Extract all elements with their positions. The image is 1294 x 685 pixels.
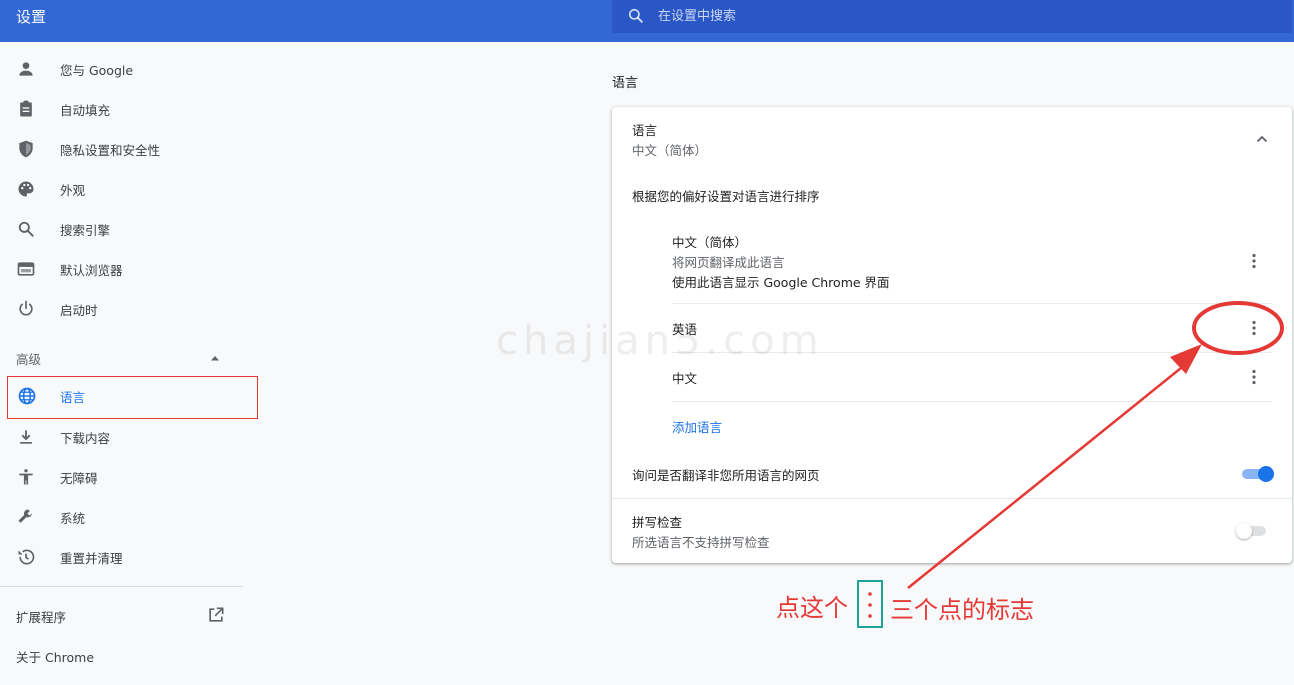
- more-vert-icon[interactable]: [1244, 251, 1264, 271]
- sidebar-item-label: 自动填充: [60, 103, 111, 118]
- languages-card-title: 语言: [632, 123, 658, 138]
- search-icon: [628, 8, 643, 23]
- palette-icon: [18, 181, 34, 197]
- sidebar-item-about-chrome[interactable]: 关于 Chrome: [16, 647, 94, 666]
- accessibility-icon: [19, 469, 33, 485]
- app-header: 设置: [0, 0, 1294, 42]
- open-in-new-icon[interactable]: [206, 605, 226, 625]
- annotation-box: [857, 580, 883, 628]
- toggle-knob: [1258, 466, 1274, 482]
- sidebar-item-label: 启动时: [60, 303, 98, 318]
- spellcheck-subtitle: 所选语言不支持拼写检查: [632, 535, 770, 550]
- chevron-up-icon[interactable]: [1254, 131, 1270, 147]
- language-divider: [672, 303, 1272, 304]
- sidebar-item-label: 无障碍: [60, 471, 98, 486]
- sidebar-item-appearance[interactable]: 外观: [0, 169, 258, 209]
- sidebar-item-accessibility[interactable]: 无障碍: [0, 457, 258, 497]
- more-vert-icon[interactable]: [1244, 318, 1264, 338]
- sidebar-item-label: 您与 Google: [60, 63, 134, 78]
- triangle-up-icon[interactable]: [208, 351, 222, 365]
- current-language: 中文（简体）: [632, 143, 708, 158]
- language-ui-note: 使用此语言显示 Google Chrome 界面: [672, 275, 890, 290]
- power-icon: [19, 300, 33, 316]
- add-language-link[interactable]: 添加语言: [672, 417, 722, 436]
- sidebar-item-label: 默认浏览器: [60, 263, 123, 278]
- sidebar-item-label: 搜索引擎: [60, 223, 111, 238]
- sidebar-item-label: 隐私设置和安全性: [60, 143, 161, 158]
- clipboard-icon: [20, 100, 32, 117]
- browser-icon: [17, 262, 35, 276]
- translate-offer-label: 询问是否翻译非您所用语言的网页: [632, 468, 820, 483]
- annotation-caption-after: 三个点的标志: [890, 596, 1034, 624]
- watermark: chajian5.com: [496, 318, 824, 364]
- toggle-knob: [1236, 523, 1252, 539]
- sidebar-item-languages[interactable]: 语言: [7, 376, 258, 419]
- sidebar-item-search-engine[interactable]: 搜索引擎: [0, 209, 258, 249]
- person-icon: [19, 62, 33, 76]
- language-name: 中文（简体）: [672, 235, 748, 250]
- annotation-caption-before: 点这个: [776, 594, 848, 622]
- card-divider: [612, 498, 1292, 499]
- sidebar-item-downloads[interactable]: 下载内容: [0, 417, 258, 457]
- sidebar-item-privacy[interactable]: 隐私设置和安全性: [0, 129, 258, 169]
- more-vert-icon: [868, 592, 872, 618]
- sidebar: 您与 Google 自动填充 隐私设置和安全性 外观 搜索引擎 默认浏览器 启动…: [0, 42, 260, 685]
- sidebar-item-label: 下载内容: [60, 431, 111, 446]
- shield-icon: [19, 140, 33, 158]
- section-title: 语言: [612, 76, 639, 91]
- sidebar-item-you-and-google[interactable]: 您与 Google: [0, 49, 258, 89]
- globe-icon: [18, 387, 36, 405]
- language-translate-note: 将网页翻译成此语言: [672, 255, 785, 270]
- spellcheck-toggle[interactable]: [1236, 523, 1270, 539]
- sidebar-item-default-browser[interactable]: 默认浏览器: [0, 249, 258, 289]
- language-divider: [672, 401, 1272, 402]
- sidebar-item-system[interactable]: 系统: [0, 497, 258, 537]
- sidebar-divider: [0, 586, 243, 587]
- search-bar[interactable]: [612, 0, 1292, 33]
- translate-offer-toggle[interactable]: [1240, 466, 1274, 482]
- more-vert-icon[interactable]: [1244, 367, 1264, 387]
- language-order-hint: 根据您的偏好设置对语言进行排序: [632, 189, 820, 204]
- sidebar-item-label: 系统: [60, 511, 86, 526]
- restore-icon: [18, 549, 35, 565]
- search-input[interactable]: [658, 4, 1258, 28]
- sidebar-item-on-startup[interactable]: 启动时: [0, 289, 258, 329]
- page-title: 设置: [16, 8, 47, 26]
- download-icon: [20, 430, 32, 444]
- sidebar-item-extensions[interactable]: 扩展程序: [16, 607, 66, 626]
- sidebar-item-reset[interactable]: 重置并清理: [0, 537, 258, 577]
- sidebar-item-label: 语言: [60, 390, 86, 405]
- sidebar-item-autofill[interactable]: 自动填充: [0, 89, 258, 129]
- language-name: 中文: [672, 371, 698, 386]
- spellcheck-title: 拼写检查: [632, 515, 683, 530]
- sidebar-item-label: 外观: [60, 183, 86, 198]
- sidebar-item-label: 重置并清理: [60, 551, 123, 566]
- wrench-icon: [18, 509, 32, 523]
- advanced-section-label[interactable]: 高级: [16, 349, 41, 368]
- search-icon: [18, 221, 34, 237]
